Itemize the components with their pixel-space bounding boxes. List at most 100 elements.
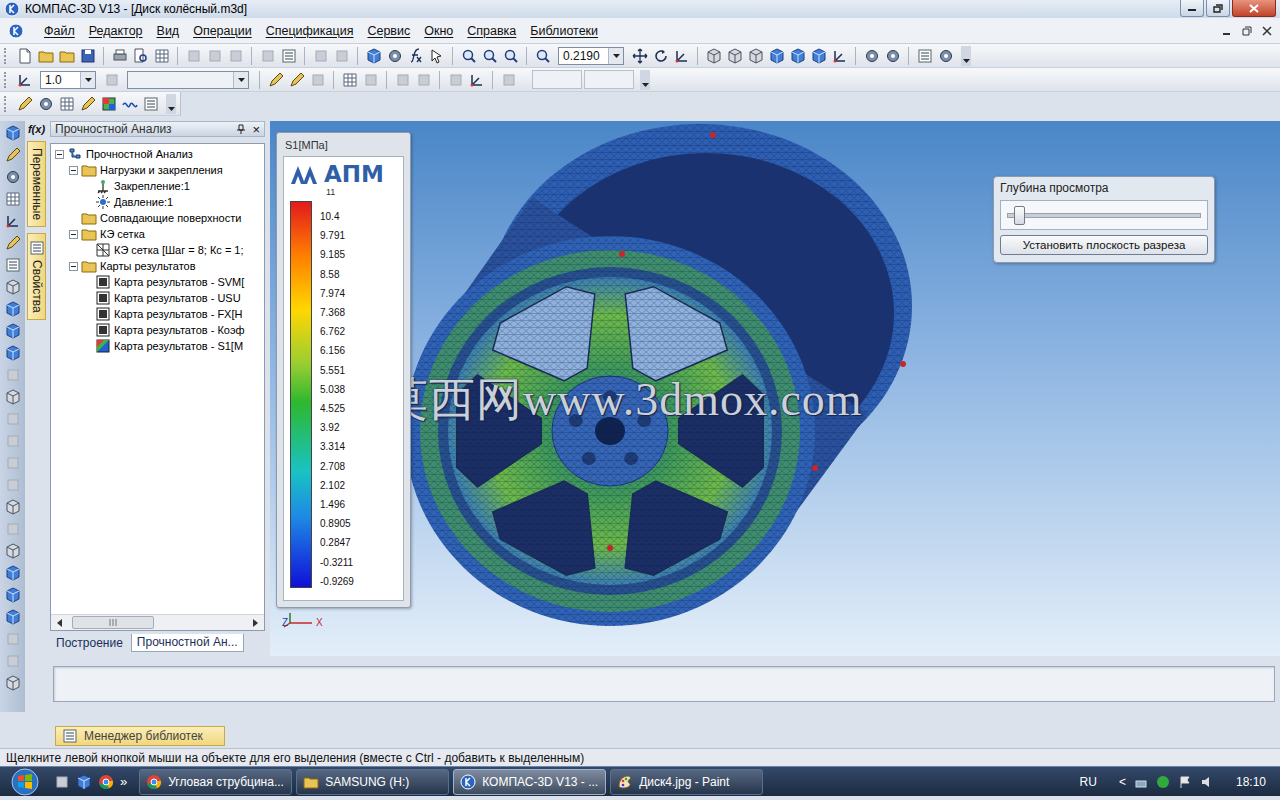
toolbar-button[interactable] [725, 46, 744, 66]
toolbar-button[interactable] [446, 70, 465, 90]
toolbar-button[interactable] [266, 70, 285, 90]
zoom-dropdown[interactable] [608, 48, 623, 64]
toolbar-button[interactable] [364, 46, 383, 66]
toolbar-button[interactable] [15, 70, 34, 90]
compact-button[interactable] [4, 125, 22, 141]
taskbar-task[interactable]: КОМПАС-3D V13 - ... [453, 769, 606, 795]
tree-item[interactable]: Закрепление:1 [51, 178, 264, 194]
toolbar-options[interactable] [961, 46, 971, 66]
panel-tab[interactable]: Прочностной Ан... [131, 634, 244, 652]
taskbar-task[interactable]: Угловая струбцина... [139, 769, 292, 795]
security-icon[interactable] [1156, 775, 1170, 789]
pin-icon[interactable] [236, 124, 246, 134]
quick-launch-more[interactable]: » [120, 774, 127, 789]
toolbar-button[interactable] [110, 46, 129, 66]
coordinate-input[interactable] [584, 70, 634, 89]
toolbar-button[interactable] [459, 46, 478, 66]
library-manager-tab[interactable]: Менеджер библиотек [55, 726, 225, 746]
coordinate-input[interactable] [532, 70, 582, 89]
flag-icon[interactable] [1178, 775, 1192, 789]
compact-button[interactable] [4, 257, 22, 273]
toolbar-button[interactable] [57, 46, 76, 66]
tree-item[interactable]: Карты результатов [51, 258, 264, 274]
toolbar-button[interactable] [704, 46, 723, 66]
toolbar-button[interactable] [467, 70, 486, 90]
menu-item[interactable]: Сервис [367, 24, 410, 38]
compact-button[interactable] [4, 609, 22, 625]
toolbar-button[interactable] [15, 94, 34, 114]
compact-button[interactable] [4, 213, 22, 229]
toolbar-button[interactable] [499, 70, 518, 90]
compact-button[interactable] [4, 367, 22, 383]
start-button[interactable] [0, 768, 50, 796]
clock[interactable]: 18:10 [1236, 775, 1266, 789]
toolbar-button[interactable] [406, 46, 425, 66]
network-icon[interactable] [1134, 775, 1148, 789]
toolbar-button[interactable] [287, 70, 306, 90]
toolbar-button[interactable] [427, 46, 446, 66]
toolbar-button[interactable] [120, 94, 139, 114]
quick-launch-button[interactable] [54, 774, 70, 790]
toolbar-options[interactable] [166, 94, 176, 114]
toolbar-options[interactable] [640, 70, 650, 90]
toolbar-grip[interactable] [4, 72, 9, 88]
menu-item[interactable]: Библиотеки [530, 24, 598, 38]
tree-item[interactable]: Совпадающие поверхности [51, 210, 264, 226]
3d-viewport[interactable]: 莫西网www.3dmox.com Z X S1[МПа] АПМ 11 10.4… [270, 121, 1280, 656]
taskbar-task[interactable]: Диск4.jpg - Paint [610, 769, 763, 795]
toolbar-button[interactable] [78, 46, 97, 66]
toolbar-button[interactable] [915, 46, 934, 66]
toolbar-button[interactable] [746, 46, 765, 66]
show-hidden-icons[interactable]: < [1119, 775, 1126, 789]
toolbar-button[interactable] [630, 46, 649, 66]
compact-button[interactable] [4, 235, 22, 251]
menu-item[interactable]: Окно [424, 24, 453, 38]
toolbar-button[interactable] [414, 70, 433, 90]
toolbar-button[interactable] [15, 46, 34, 66]
collapse-icon[interactable] [69, 166, 78, 175]
mdi-close-icon[interactable] [1262, 26, 1272, 36]
toolbar-grip[interactable] [4, 48, 9, 64]
compact-button[interactable] [4, 675, 22, 691]
taskbar-task[interactable]: SAMSUNG (H:) [296, 769, 449, 795]
toolbar-button[interactable] [102, 70, 121, 90]
side-tab[interactable]: Переменные [27, 141, 46, 227]
style-dropdown[interactable] [233, 72, 248, 88]
toolbar-button[interactable] [152, 46, 171, 66]
compact-button[interactable] [4, 147, 22, 163]
toolbar-button[interactable] [332, 46, 351, 66]
toolbar-grip[interactable] [4, 96, 9, 112]
horizontal-scrollbar[interactable] [51, 614, 264, 630]
toolbar-button[interactable] [767, 46, 786, 66]
toolbar-button[interactable] [533, 46, 552, 66]
tree-item[interactable]: КЭ сетка [Шаг = 8; Кс = 1; [51, 242, 264, 258]
step-field[interactable]: 1.0 [40, 71, 96, 89]
toolbar-button[interactable] [258, 46, 277, 66]
scroll-right-icon[interactable] [251, 619, 259, 627]
toolbar-button[interactable] [36, 46, 55, 66]
toolbar-button[interactable] [340, 70, 359, 90]
collapse-icon[interactable] [69, 230, 78, 239]
toolbar-button[interactable] [672, 46, 691, 66]
compact-button[interactable] [4, 345, 22, 361]
color-legend[interactable]: S1[МПа] АПМ 11 10.49.7919.1858.587.9747.… [276, 132, 411, 608]
menu-item[interactable]: Операции [193, 24, 251, 38]
toolbar-button[interactable] [184, 46, 203, 66]
tree-item[interactable]: Прочностной Анализ [51, 146, 264, 162]
toolbar-button[interactable] [57, 94, 76, 114]
toolbar-button[interactable] [311, 46, 330, 66]
menu-item[interactable]: Редактор [89, 24, 143, 38]
volume-icon[interactable] [1200, 775, 1214, 789]
toolbar-button[interactable] [651, 46, 670, 66]
scroll-left-icon[interactable] [56, 619, 64, 627]
compact-button[interactable] [4, 565, 22, 581]
tree-item[interactable]: Давление:1 [51, 194, 264, 210]
toolbar-button[interactable] [361, 70, 380, 90]
quick-launch-button[interactable] [98, 774, 114, 790]
compact-button[interactable] [4, 411, 22, 427]
tree-item[interactable]: Нагрузки и закрепления [51, 162, 264, 178]
toolbar-button[interactable] [809, 46, 828, 66]
tree-item[interactable]: Карта результатов - FX[Н [51, 306, 264, 322]
command-field[interactable] [53, 666, 1275, 702]
quick-launch-button[interactable] [76, 774, 92, 790]
